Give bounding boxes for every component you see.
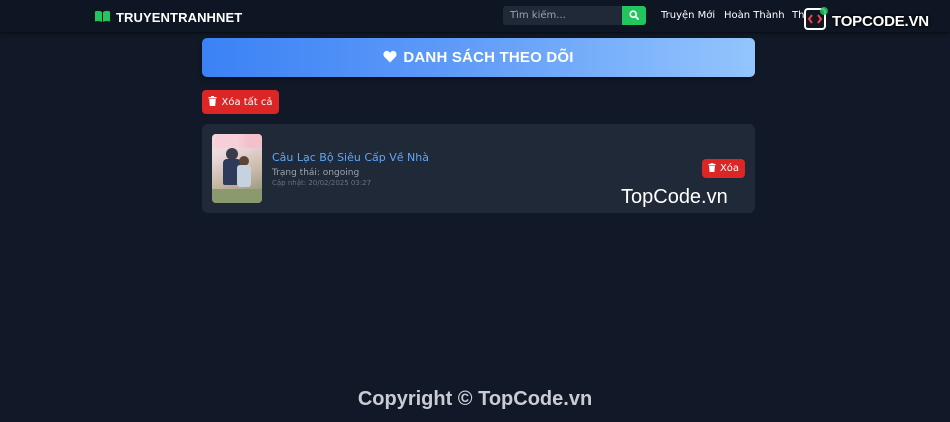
- comic-title-link[interactable]: Câu Lạc Bộ Siêu Cấp Về Nhà: [272, 151, 429, 164]
- comic-updated: Cập nhật: 20/02/2025 03:27: [272, 179, 372, 187]
- search-button[interactable]: [622, 6, 646, 25]
- watermark-text: TopCode.vn: [621, 186, 728, 208]
- code-brackets-icon: [803, 6, 829, 36]
- remove-item-button[interactable]: Xóa: [702, 159, 745, 178]
- watermark-logo-text: TOPCODE.VN: [832, 12, 929, 30]
- trash-icon: [208, 95, 217, 109]
- watermark-logo: TOPCODE.VN: [803, 6, 929, 36]
- footer-copyright: Copyright © TopCode.vn: [357, 388, 593, 410]
- comic-thumbnail[interactable]: [212, 134, 262, 203]
- comic-status: Trạng thái: ongoing: [272, 168, 360, 178]
- page-title: DANH SÁCH THEO DÕI: [403, 49, 574, 66]
- heart-icon: [383, 48, 397, 67]
- clear-all-button[interactable]: Xóa tất cả: [202, 90, 279, 114]
- nav-link-completed[interactable]: Hoàn Thành: [724, 10, 785, 21]
- page-title-banner: DANH SÁCH THEO DÕI: [202, 38, 755, 77]
- clear-all-label: Xóa tất cả: [221, 96, 273, 108]
- trash-icon: [708, 162, 716, 175]
- book-open-icon: [94, 8, 111, 27]
- brand-logo[interactable]: TRUYENTRANHNET: [94, 8, 242, 27]
- search-form: [503, 6, 646, 25]
- search-input[interactable]: [503, 6, 622, 25]
- remove-item-label: Xóa: [719, 163, 740, 174]
- search-icon: [629, 8, 639, 23]
- nav-link-new[interactable]: Truyện Mới: [661, 10, 715, 21]
- brand-name: TRUYENTRANHNET: [116, 10, 243, 25]
